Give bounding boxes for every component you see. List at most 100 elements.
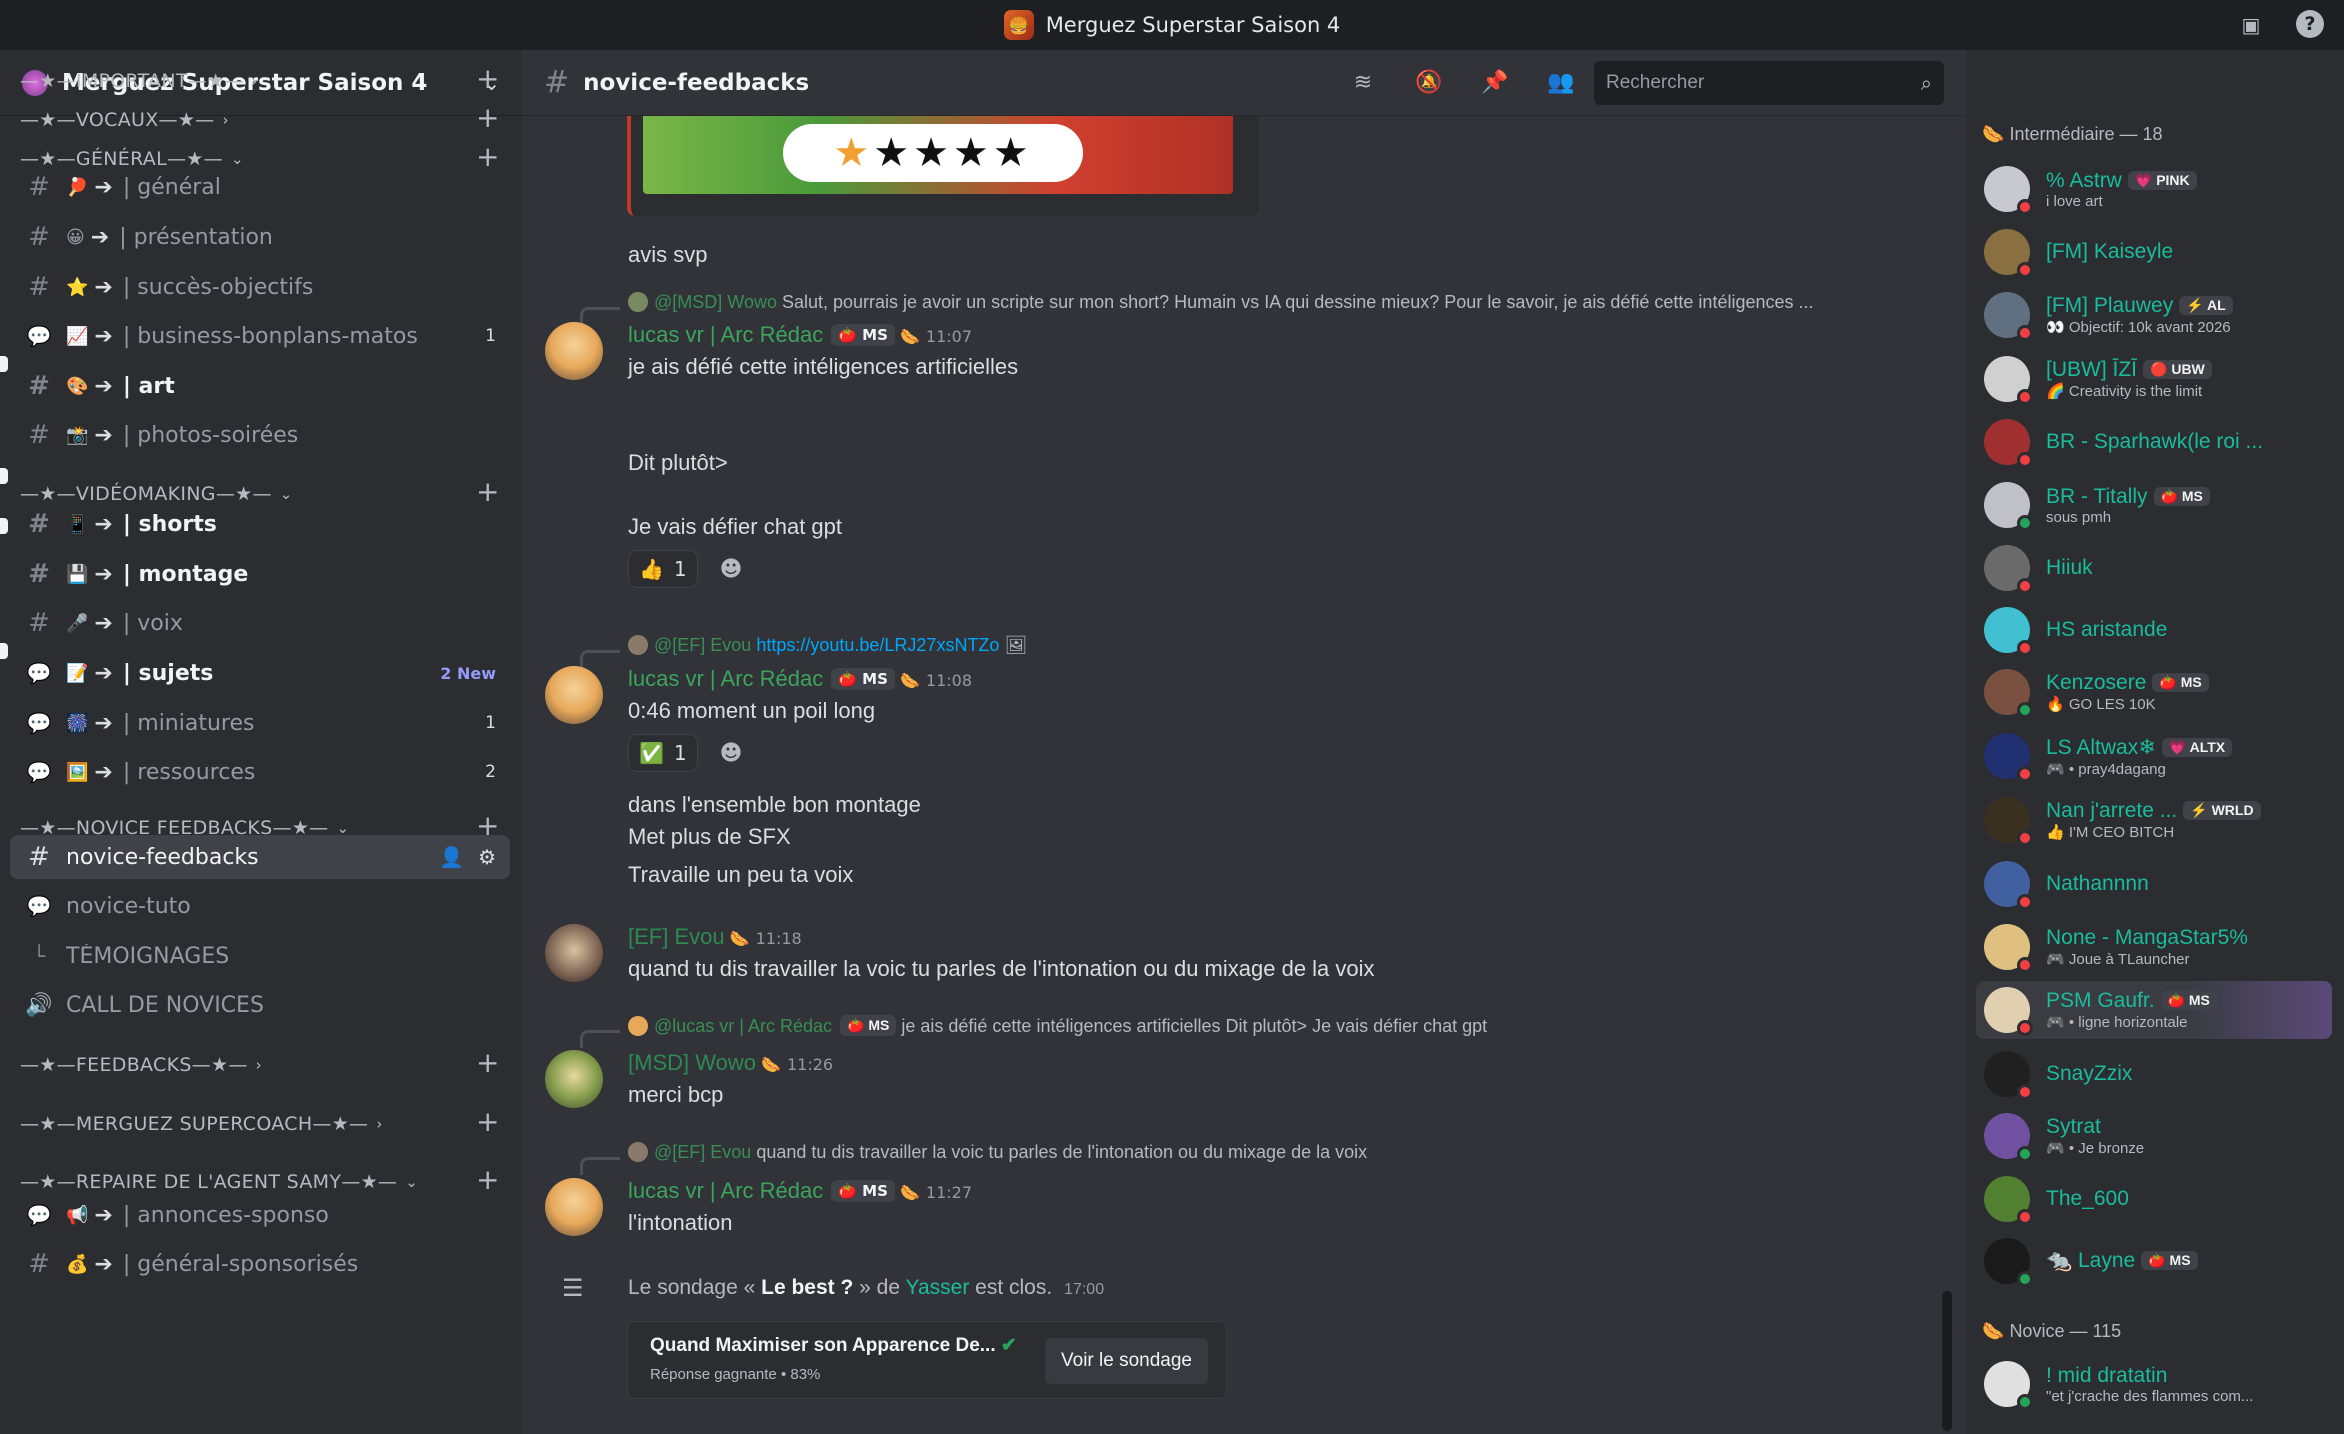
rat-icon: 🐀	[2046, 1249, 2073, 1272]
channel-label: | shorts	[122, 511, 217, 537]
member-item[interactable]: HS aristande	[1976, 601, 2332, 659]
category-important[interactable]: —★—IMPORTANT—★— ›	[20, 66, 258, 96]
username[interactable]: [EF] Evou	[628, 924, 725, 949]
reply-preview[interactable]: @[EF] Evou https://youtu.be/LRJ27xsNTZo …	[628, 635, 1027, 656]
member-item[interactable]: SnayZzix	[1976, 1045, 2332, 1103]
member-item[interactable]: The_600	[1976, 1170, 2332, 1228]
threads-icon[interactable]: ≋	[1348, 68, 1378, 98]
help-icon[interactable]: ?	[2296, 10, 2324, 38]
message-text: merci bcp	[628, 1082, 724, 1107]
reaction-count: 1	[673, 741, 687, 765]
unread-indicator	[0, 643, 8, 659]
avatar[interactable]	[545, 1178, 603, 1236]
reply-preview[interactable]: @lucas vr | Arc Rédac 🍅 MS je ais défié c…	[628, 1015, 1487, 1037]
member-item[interactable]: None - MangaStar5% 🎮 Joue à TLauncher	[1976, 918, 2332, 976]
channel-shorts[interactable]: # 📱 ➔ | shorts	[10, 502, 510, 546]
username[interactable]: lucas vr | Arc Rédac	[628, 1178, 823, 1203]
channel-label: | annonces-sponso	[122, 1202, 329, 1228]
inbox-icon[interactable]: ▣	[2236, 10, 2266, 40]
avatar[interactable]	[545, 924, 603, 982]
gear-icon[interactable]: ⚙	[478, 845, 496, 869]
member-item[interactable]: Hiiuk	[1976, 539, 2332, 597]
member-item[interactable]: [FM] Plauwey ⚡ AL 👀 Objectif: 10k avant 20…	[1976, 286, 2332, 344]
member-item[interactable]: BR - Sparhawk(le roi ...	[1976, 413, 2332, 471]
username[interactable]: lucas vr | Arc Rédac	[628, 322, 823, 347]
channel-emoji: 📢	[66, 1204, 89, 1226]
channel-general[interactable]: # 🏓 ➔ | général	[10, 165, 510, 209]
search-box[interactable]: ⌕	[1594, 60, 1944, 105]
sausage-icon: 🌭	[761, 1055, 781, 1074]
scrollbar[interactable]	[1942, 1291, 1952, 1431]
member-name: % Astrw	[2046, 168, 2122, 192]
channel-succes-objectifs[interactable]: # ⭐ ➔ | succès-objectifs	[10, 265, 510, 309]
channel-call-de-novices[interactable]: 🔊 CALL DE NOVICES	[10, 983, 510, 1027]
member-item[interactable]: Nathannnn	[1976, 855, 2332, 913]
member-name: [FM] Plauwey	[2046, 294, 2174, 317]
avatar[interactable]	[545, 666, 603, 724]
arrow-icon: ➔	[94, 710, 113, 736]
window-title: Merguez Superstar Saison 4	[1045, 13, 1341, 37]
member-item[interactable]: PSM Gaufr. 🍅 MS 🎮 • ligne horizontale	[1976, 981, 2332, 1039]
category-supercoach[interactable]: —★—MERGUEZ SUPERCOACH—★— ›	[20, 1109, 383, 1139]
member-item[interactable]: Nan j'arrete ... ⚡ WRLD 👍 I'M CEO BITCH	[1976, 791, 2332, 849]
avatar	[1984, 1238, 2033, 1287]
add-reaction-icon[interactable]: ☻	[712, 734, 750, 772]
message-text: Je vais défier chat gpt	[628, 514, 843, 539]
avatar[interactable]	[545, 322, 603, 380]
channel-sujets[interactable]: 💬 📝 ➔ | sujets 2 New	[10, 651, 510, 695]
invite-icon[interactable]: 👤	[439, 845, 464, 869]
member-item[interactable]: BR - Titally 🍅 MS sous pmh	[1976, 476, 2332, 534]
image-embed[interactable]: ★ ★★★★	[627, 116, 1259, 216]
member-item[interactable]: ! mid dratatin "et j'crache des flammes c…	[1976, 1355, 2332, 1413]
reaction-count: 1	[673, 557, 687, 581]
status-dnd-icon	[2017, 199, 2033, 215]
add-channel-button[interactable]: +	[476, 1165, 499, 1195]
add-channel-button[interactable]: +	[476, 1048, 499, 1078]
thread-temoignages[interactable]: └ TÉMOIGNAGES	[10, 934, 510, 978]
member-item[interactable]: % Astrw 💗 PINK i love art	[1976, 160, 2332, 218]
add-channel-button[interactable]: +	[476, 103, 499, 133]
member-item[interactable]: LS Altwax❄ 💗 ALTX 🎮 • pray4dagang	[1976, 727, 2332, 785]
badge-label: AL	[2207, 297, 2226, 313]
member-item[interactable]: Sytrat 🎮 • Je bronze	[1976, 1107, 2332, 1165]
channel-ressources[interactable]: 💬 🖼️ ➔ | ressources 2	[10, 750, 510, 794]
channel-novice-feedbacks[interactable]: # novice-feedbacks 👤 ⚙	[10, 835, 510, 879]
reply-preview[interactable]: @[MSD] Wowo Salut, pourrais je avoir un …	[628, 292, 1814, 313]
channel-presentation[interactable]: # 😀 ➔ | présentation	[10, 215, 510, 259]
channel-novice-tuto[interactable]: 💬 novice-tuto	[10, 884, 510, 928]
member-item[interactable]: [FM] Kaiseyle	[1976, 223, 2332, 281]
pin-icon[interactable]: 📌	[1480, 68, 1510, 98]
channel-photos-soirees[interactable]: # 📸 ➔ | photos-soirées	[10, 413, 510, 457]
badge-label: ALTX	[2189, 738, 2226, 755]
member-item[interactable]: [UBW] ĪZĪ 🔴 UBW 🌈 Creativity is the limit	[1976, 350, 2332, 408]
poll-closed-notice: Le sondage « Le best ? » de Yasser est c…	[628, 1276, 1104, 1300]
channel-voix[interactable]: # 🎤 ➔ | voix	[10, 601, 510, 645]
member-item[interactable]: Kenzosere 🍅 MS 🔥 GO LES 10K	[1976, 663, 2332, 721]
category-vocaux[interactable]: —★—VOCAUX—★— ›	[20, 105, 229, 135]
reply-preview[interactable]: @[EF] Evou quand tu dis travailler la vo…	[628, 1142, 1367, 1163]
channel-general-sponsorises[interactable]: # 💰 ➔ | général-sponsorisés	[10, 1242, 510, 1286]
username[interactable]: [MSD] Wowo	[628, 1050, 756, 1075]
reaction-check[interactable]: ✅ 1	[628, 734, 698, 772]
category-label: —★—VOCAUX—★—	[20, 109, 215, 131]
member-list-icon[interactable]: 👥	[1546, 68, 1576, 98]
category-feedbacks[interactable]: —★—FEEDBACKS—★— ›	[20, 1050, 262, 1080]
username[interactable]: lucas vr | Arc Rédac	[628, 666, 823, 691]
search-input[interactable]	[1606, 71, 1921, 94]
avatar[interactable]	[545, 1050, 603, 1108]
channel-annonces-sponso[interactable]: 💬 📢 ➔ | annonces-sponso	[10, 1193, 510, 1237]
notification-mute-icon[interactable]: 🔕	[1414, 68, 1444, 98]
channel-art[interactable]: # 🎨 ➔ | art	[10, 364, 510, 408]
poll-author[interactable]: Yasser	[906, 1276, 970, 1299]
member-name: The_600	[2046, 1187, 2129, 1210]
add-channel-button[interactable]: +	[476, 64, 499, 94]
add-reaction-icon[interactable]: ☻	[712, 550, 750, 588]
channel-montage[interactable]: # 💾 ➔ | montage	[10, 552, 510, 596]
channel-business[interactable]: 💬 📈 ➔ | business-bonplans-matos 1	[10, 314, 510, 358]
poll-title[interactable]: Le best ?	[761, 1276, 853, 1299]
channel-miniatures[interactable]: 💬 🎆 ➔ | miniatures 1	[10, 701, 510, 745]
add-channel-button[interactable]: +	[476, 1107, 499, 1137]
member-item[interactable]: 🐀 Layne 🍅 MS	[1976, 1232, 2332, 1290]
view-poll-button[interactable]: Voir le sondage	[1045, 1338, 1208, 1384]
reaction-thumbs-up[interactable]: 👍 1	[628, 550, 698, 588]
